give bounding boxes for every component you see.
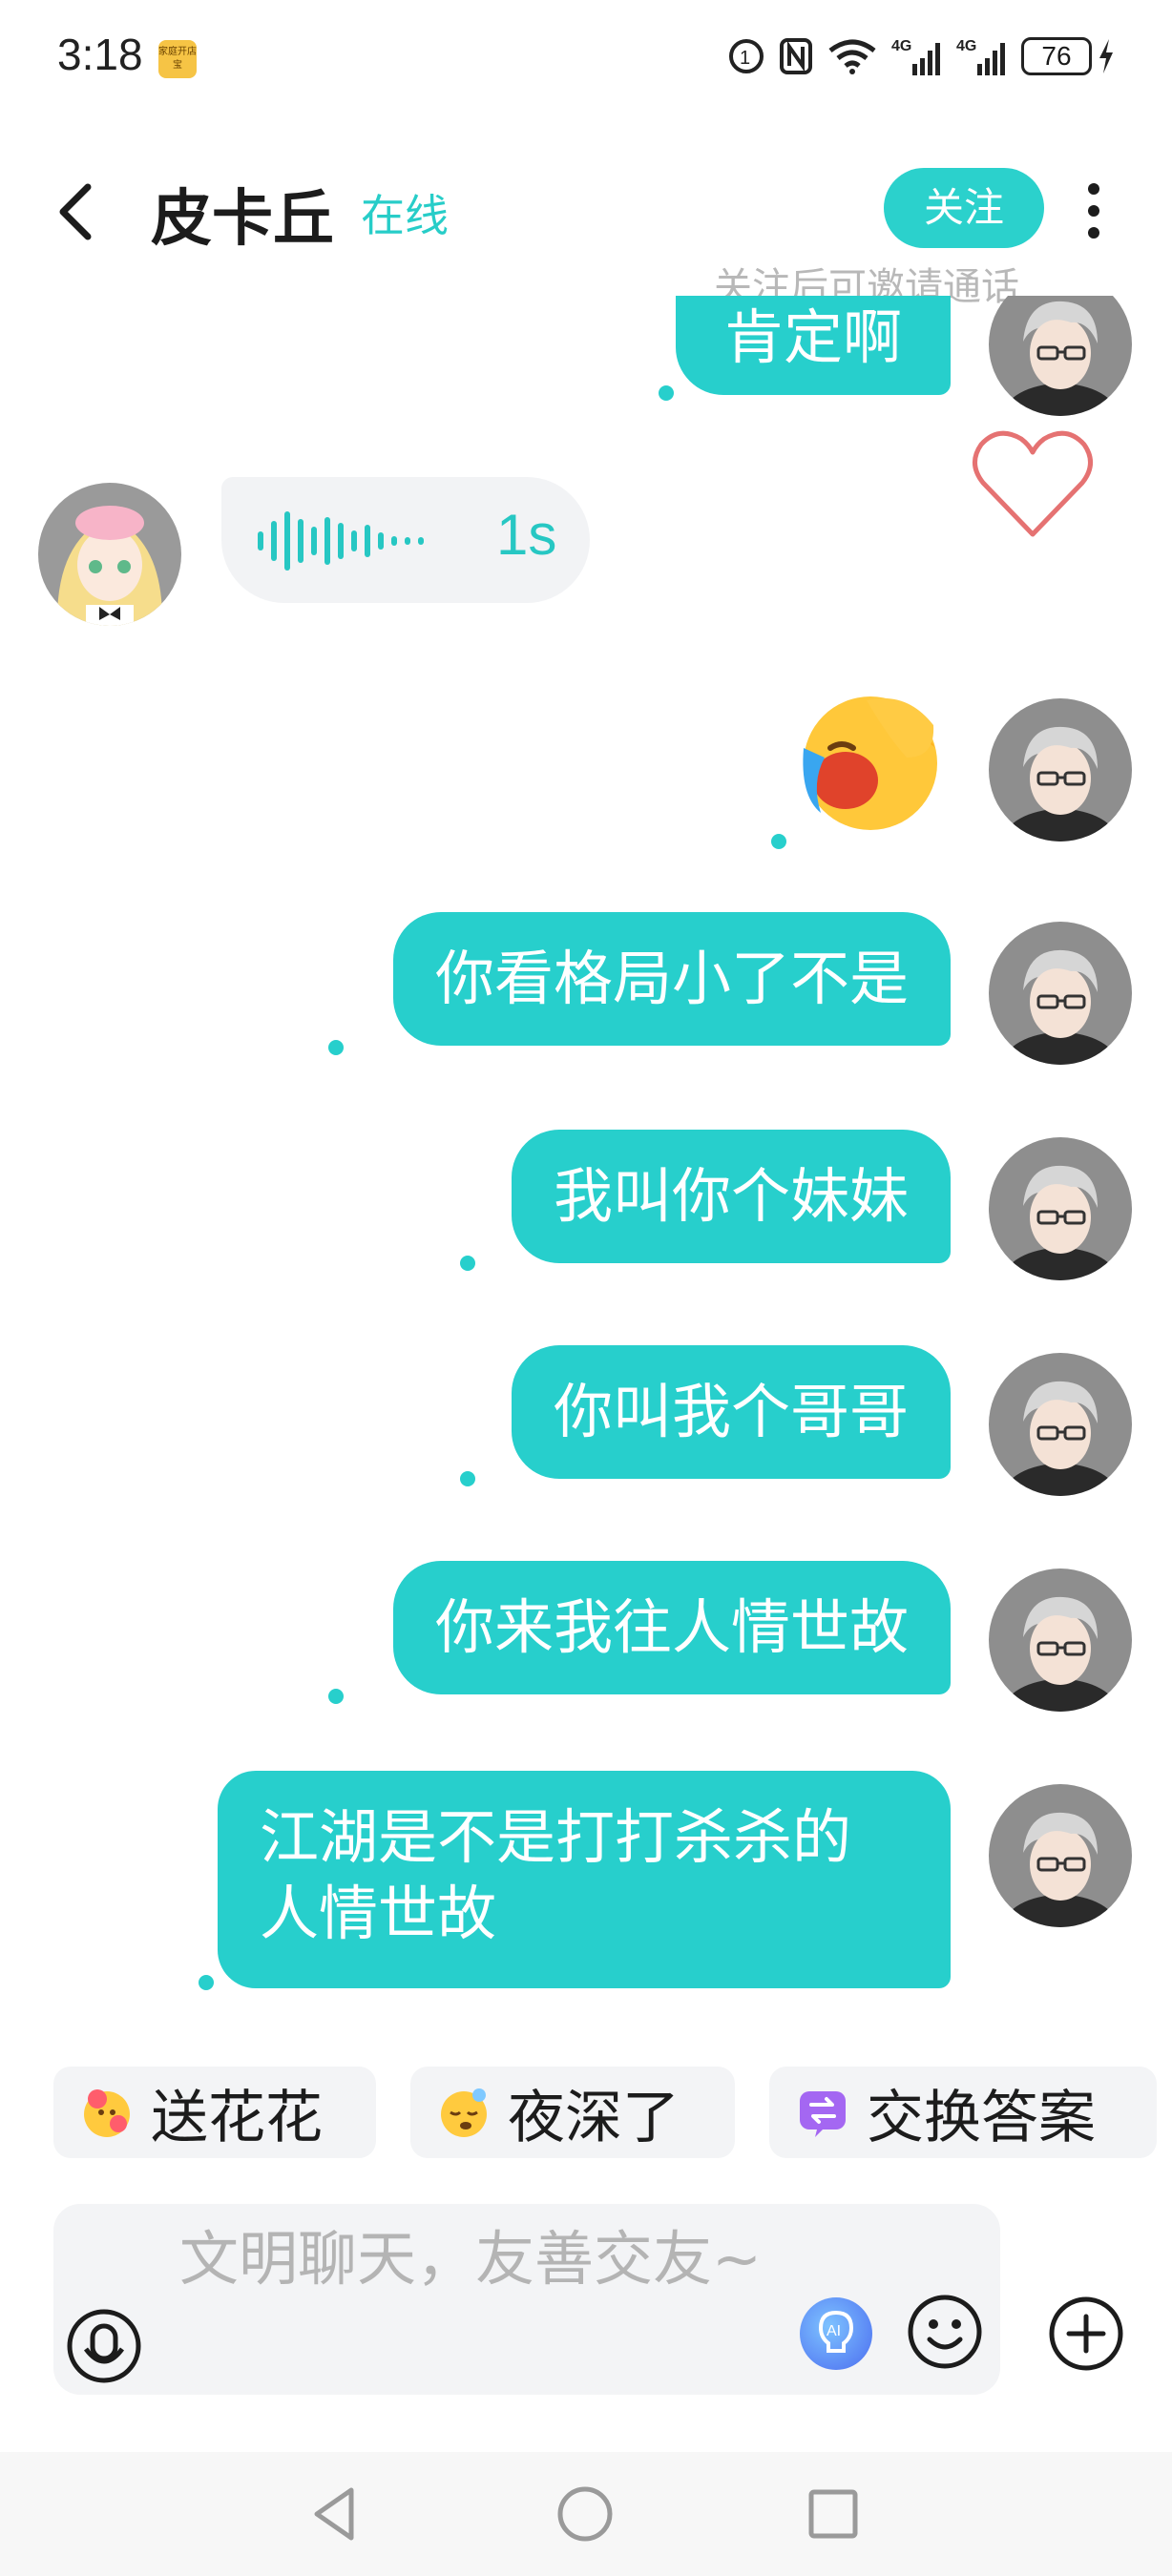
back-button[interactable] xyxy=(50,172,107,248)
message-list[interactable]: 肯定啊 1s 你看格局小了不是 我叫你个妹妹 你叫我个哥哥 你来我往人情世故 江… xyxy=(0,296,1172,2032)
system-navigation-bar xyxy=(0,2452,1172,2576)
avatar-image xyxy=(989,296,1132,416)
app-notification-icon: 家庭开店宝 xyxy=(158,40,197,78)
message-bubble[interactable]: 你来我往人情世故 xyxy=(392,1561,951,1694)
avatar-image xyxy=(989,1568,1132,1712)
ai-bulb-icon: AI xyxy=(818,2310,854,2353)
flower-face-icon xyxy=(84,2089,130,2137)
avatar-image xyxy=(989,1784,1132,1927)
message-bubble[interactable]: 江湖是不是打打杀杀的人情世故 xyxy=(218,1771,951,1988)
wifi-icon xyxy=(827,35,878,77)
follow-button[interactable]: 关注 xyxy=(884,168,1044,248)
battery-icon: 76 xyxy=(1021,37,1115,75)
microphone-icon xyxy=(67,2309,141,2383)
chip-label: 送花花 xyxy=(151,2084,323,2151)
online-status: 在线 xyxy=(361,190,449,241)
my-avatar[interactable] xyxy=(989,1784,1132,1927)
loudly-crying-face-icon xyxy=(803,696,937,830)
my-avatar[interactable] xyxy=(989,1137,1132,1280)
message-bubble[interactable]: 你看格局小了不是 xyxy=(392,912,951,1046)
bubble-tail xyxy=(771,834,786,849)
message-bubble[interactable]: 肯定啊 xyxy=(676,296,951,395)
smiley-icon xyxy=(908,2295,982,2369)
more-vertical-icon xyxy=(1088,183,1099,239)
svg-text:AI: AI xyxy=(827,2323,841,2339)
avatar-image xyxy=(989,922,1132,1065)
my-avatar[interactable] xyxy=(989,1353,1132,1496)
quick-reply-exchange-answers[interactable]: 交换答案 xyxy=(769,2067,1157,2158)
contact-name: 皮卡丘 xyxy=(151,184,334,255)
bubble-tail xyxy=(460,1256,475,1271)
svg-text:4G: 4G xyxy=(891,38,911,54)
status-bar: 3:18 家庭开店宝 1 4G 4G 76 xyxy=(0,0,1172,114)
nav-back-button[interactable] xyxy=(303,2481,370,2547)
circle-home-icon xyxy=(557,2486,613,2542)
bubble-tail xyxy=(460,1471,475,1486)
bubble-tail xyxy=(199,1975,214,1990)
message-bubble[interactable]: 你叫我个哥哥 xyxy=(511,1345,951,1479)
avatar-image xyxy=(38,483,181,626)
like-heart-button[interactable] xyxy=(966,422,1099,546)
emoji-button[interactable] xyxy=(905,2292,985,2372)
heart-outline-icon xyxy=(973,430,1093,537)
svg-text:1: 1 xyxy=(740,48,750,69)
my-avatar[interactable] xyxy=(989,698,1132,841)
avatar-image xyxy=(989,1137,1132,1280)
bubble-tail xyxy=(328,1040,344,1055)
signal-2-icon: 4G xyxy=(956,35,1008,77)
chip-label: 夜深了 xyxy=(508,2084,680,2151)
bubble-tail xyxy=(328,1689,344,1704)
status-time: 3:18 xyxy=(57,30,143,79)
more-actions-button[interactable] xyxy=(1046,2294,1126,2374)
square-recents-icon xyxy=(808,2489,858,2539)
avatar-image xyxy=(989,1353,1132,1496)
nfc-icon xyxy=(779,35,813,77)
sleepy-face-icon xyxy=(441,2088,487,2137)
quick-reply-bar: 送花花 夜深了 交换答案 xyxy=(0,2067,1172,2160)
quick-reply-flowers[interactable]: 送花花 xyxy=(53,2067,376,2158)
my-avatar[interactable] xyxy=(989,1568,1132,1712)
ai-assistant-button[interactable]: AI xyxy=(800,2297,872,2370)
quick-reply-late-night[interactable]: 夜深了 xyxy=(410,2067,735,2158)
message-input[interactable]: 文明聊天，友善交友~ xyxy=(179,2219,771,2299)
hd-call-icon: 1 xyxy=(727,35,765,77)
svg-text:4G: 4G xyxy=(956,38,976,54)
voice-waveform-icon xyxy=(258,511,424,571)
bubble-tail xyxy=(659,385,674,401)
voice-message[interactable]: 1s xyxy=(221,477,590,603)
contact-avatar[interactable] xyxy=(38,483,181,626)
nav-recents-button[interactable] xyxy=(800,2481,867,2547)
avatar-image xyxy=(989,698,1132,841)
status-icons: 1 4G 4G 76 xyxy=(727,32,1115,80)
exchange-icon xyxy=(800,2091,846,2137)
message-input-container[interactable]: 文明聊天，友善交友~ AI xyxy=(53,2204,1000,2395)
triangle-back-icon xyxy=(314,2487,354,2541)
voice-duration: 1s xyxy=(496,503,557,567)
message-bubble[interactable]: 我叫你个妹妹 xyxy=(511,1130,951,1263)
chevron-left-icon xyxy=(59,183,92,240)
chip-label: 交换答案 xyxy=(867,2084,1096,2151)
my-avatar[interactable] xyxy=(989,296,1132,416)
nav-home-button[interactable] xyxy=(552,2481,618,2547)
chat-header: 皮卡丘 在线 关注 关注后可邀请通话 xyxy=(0,143,1172,309)
emoji-message[interactable] xyxy=(792,691,949,836)
signal-1-icon: 4G xyxy=(891,35,943,77)
voice-input-button[interactable] xyxy=(65,2307,143,2385)
more-options-button[interactable] xyxy=(1075,177,1113,244)
my-avatar[interactable] xyxy=(989,922,1132,1065)
plus-icon xyxy=(1049,2296,1123,2371)
battery-level: 76 xyxy=(1021,37,1092,75)
